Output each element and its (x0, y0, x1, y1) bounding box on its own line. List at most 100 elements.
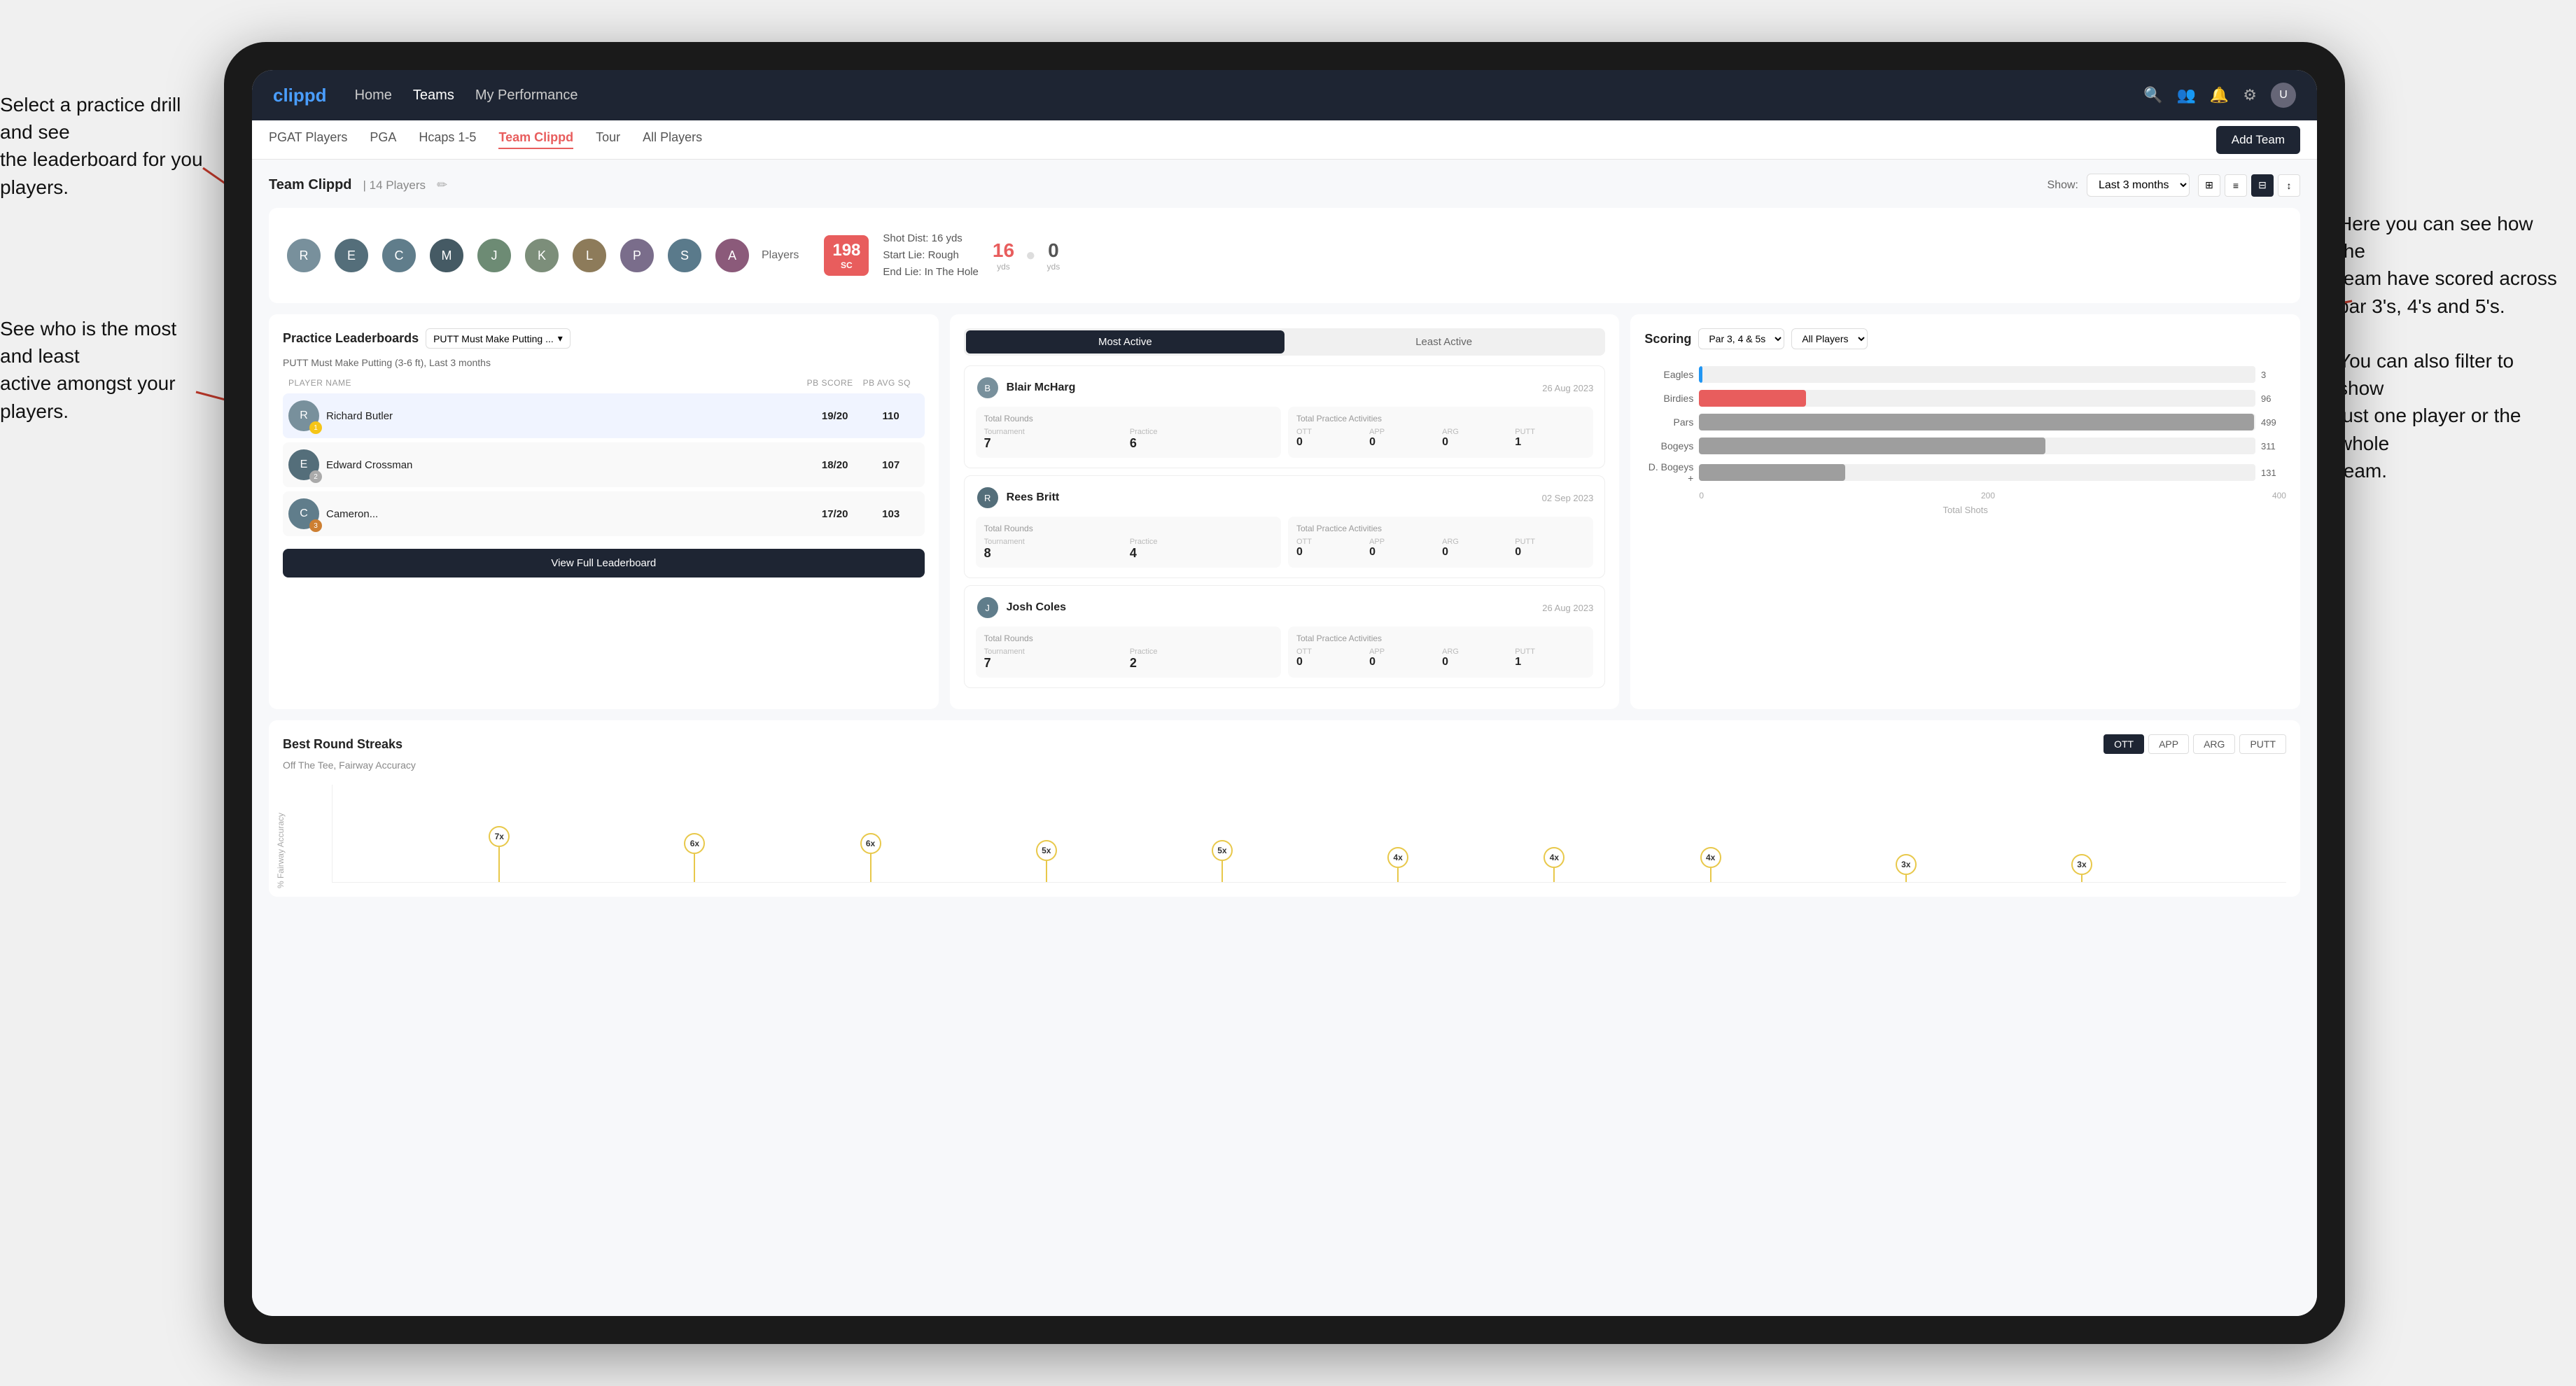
subnav-hcaps[interactable]: Hcaps 1-5 (419, 130, 476, 149)
show-select[interactable]: Last 3 months Last 6 months This year (2087, 174, 2190, 197)
leaderboard-header: PLAYER NAME PB SCORE PB AVG SQ (283, 378, 925, 388)
scoring-par-filter[interactable]: Par 3, 4 & 5s Par 3s Par 4s Par 5s (1698, 328, 1784, 349)
pa-header-0: B Blair McHarg 26 Aug 2023 (976, 376, 1594, 400)
scoring-title: Scoring (1644, 332, 1691, 346)
scoring-player-filter[interactable]: All Players (1791, 328, 1868, 349)
pa-name-0: Blair McHarg (1007, 382, 1076, 394)
show-control: Show: Last 3 months Last 6 months This y… (2047, 174, 2300, 197)
player-avatar-7[interactable]: P (619, 237, 655, 274)
streaks-tab-app[interactable]: APP (2148, 734, 2189, 754)
practice-leaderboard-card: Practice Leaderboards PUTT Must Make Put… (269, 314, 939, 709)
bar-fill-birdies (1699, 390, 1806, 407)
activity-tabs: Most Active Least Active (964, 328, 1606, 356)
scoring-header: Scoring Par 3, 4 & 5s Par 3s Par 4s Par … (1644, 328, 2286, 349)
bar-row-bogeys: Bogeys 311 (1644, 438, 2286, 454)
sort-view-btn[interactable]: ↕ (2278, 174, 2300, 197)
practice-activities-group-0: Total Practice Activities OTT0 APP0 ARG0… (1288, 407, 1593, 458)
score-2: 17/20 (807, 508, 863, 520)
bell-icon[interactable]: 🔔 (2210, 86, 2229, 104)
bar-row-dbogeys: D. Bogeys + 131 (1644, 461, 2286, 484)
player-info-2: C 3 Cameron... (288, 498, 807, 529)
table-row: E 2 Edward Crossman 18/20 107 (283, 442, 925, 487)
player-avatar-9[interactable]: A (714, 237, 750, 274)
subnav-team-clippd[interactable]: Team Clippd (498, 130, 573, 149)
streaks-tab-arg[interactable]: ARG (2193, 734, 2235, 754)
rounds-values-2: Tournament 7 Practice 2 (984, 648, 1273, 671)
total-rounds-label-1: Total Rounds (984, 524, 1273, 533)
practice-val-2: 2 (1130, 656, 1273, 671)
total-rounds-label-0: Total Rounds (984, 414, 1273, 424)
scatter-point-2: 6x (860, 833, 881, 882)
player-avatar-2[interactable]: C (381, 237, 417, 274)
team-count: | 14 Players (363, 178, 426, 192)
subnav-tour[interactable]: Tour (596, 130, 620, 149)
pa-date-0: 26 Aug 2023 (1542, 383, 1593, 393)
streaks-tabs: OTT APP ARG PUTT (2104, 734, 2286, 754)
streaks-subtitle: Off The Tee, Fairway Accuracy (283, 760, 2286, 771)
scatter-point-7: 4x (1700, 847, 1721, 882)
card-view-btn[interactable]: ⊟ (2251, 174, 2274, 197)
practice-activities-group-1: Total Practice Activities OTT0 APP0 ARG0… (1288, 517, 1593, 568)
bar-value-birdies: 96 (2261, 393, 2286, 404)
most-active-tab[interactable]: Most Active (966, 330, 1284, 354)
practice-activities-label-1: Total Practice Activities (1296, 524, 1585, 533)
y-axis-label: % Fairway Accuracy (276, 813, 286, 888)
avg-0: 110 (863, 410, 919, 422)
player-info-1: E 2 Edward Crossman (288, 449, 807, 480)
annotation-top-left: Select a practice drill and seethe leade… (0, 91, 203, 201)
edit-icon[interactable]: ✏ (437, 178, 447, 192)
list-item: B Blair McHarg 26 Aug 2023 Total Rounds … (964, 365, 1606, 468)
bar-label-eagles: Eagles (1644, 369, 1693, 380)
search-icon[interactable]: 🔍 (2143, 86, 2162, 104)
subnav-pga[interactable]: PGA (370, 130, 396, 149)
subnav-all-players[interactable]: All Players (643, 130, 702, 149)
view-full-leaderboard-button[interactable]: View Full Leaderboard (283, 549, 925, 578)
list-item: R Rees Britt 02 Sep 2023 Total Rounds To… (964, 475, 1606, 578)
player-avatar-1[interactable]: E (333, 237, 370, 274)
player-avatar-0[interactable]: R (286, 237, 322, 274)
leaderboard-dropdown[interactable]: PUTT Must Make Putting ... ▾ (426, 328, 570, 349)
grid-view-btn[interactable]: ⊞ (2198, 174, 2220, 197)
nav-link-home[interactable]: Home (355, 85, 392, 106)
nav-link-myperformance[interactable]: My Performance (475, 85, 578, 106)
three-col: Practice Leaderboards PUTT Must Make Put… (269, 314, 2300, 709)
player-avatar-4[interactable]: J (476, 237, 512, 274)
subnav-pgat[interactable]: PGAT Players (269, 130, 347, 149)
player-avatar-lb-1: E 2 (288, 449, 319, 480)
player-avatar-3[interactable]: M (428, 237, 465, 274)
practice-activities-label-2: Total Practice Activities (1296, 634, 1585, 643)
people-icon[interactable]: 👥 (2176, 86, 2195, 104)
streaks-card: Best Round Streaks OTT APP ARG PUTT Off … (269, 720, 2300, 897)
settings-icon[interactable]: ⚙ (2243, 86, 2257, 104)
rounds-values-0: Tournament 7 Practice 6 (984, 428, 1273, 451)
add-team-button[interactable]: Add Team (2216, 126, 2300, 154)
main-content: Team Clippd | 14 Players ✏ Show: Last 3 … (252, 160, 2317, 1316)
score-0: 19/20 (807, 410, 863, 422)
nav-logo: clippd (273, 85, 327, 106)
tournament-val-0: 7 (984, 436, 1127, 451)
player-avatar-8[interactable]: S (666, 237, 703, 274)
nav-link-teams[interactable]: Teams (413, 85, 454, 106)
player-info-0: R 1 Richard Butler (288, 400, 807, 431)
bar-value-dbogeys: 131 (2261, 468, 2286, 478)
total-rounds-group-1: Total Rounds Tournament 8 Practice 4 (976, 517, 1281, 568)
player-avatar-6[interactable]: L (571, 237, 608, 274)
practice-activities-group-2: Total Practice Activities OTT0 APP0 ARG0… (1288, 626, 1593, 678)
least-active-tab[interactable]: Least Active (1284, 330, 1603, 354)
avatar[interactable]: U (2271, 83, 2296, 108)
tablet-frame: clippd Home Teams My Performance 🔍 👥 🔔 ⚙… (224, 42, 2345, 1344)
show-label: Show: (2047, 179, 2078, 192)
shot-badge: 198 SC (824, 235, 869, 276)
streaks-tab-ott[interactable]: OTT (2104, 734, 2144, 754)
player-avatar-lb-0: R 1 (288, 400, 319, 431)
medal-gold: 1 (309, 421, 322, 434)
bar-chart: Eagles 3 Birdies 96 (1644, 359, 2286, 522)
streaks-tab-putt[interactable]: PUTT (2239, 734, 2286, 754)
scatter-point-5: 4x (1387, 847, 1408, 882)
bar-value-eagles: 3 (2261, 370, 2286, 380)
activity-card: Most Active Least Active B Blair McHarg … (950, 314, 1620, 709)
tournament-val-1: 8 (984, 546, 1127, 561)
list-view-btn[interactable]: ≡ (2225, 174, 2247, 197)
total-rounds-group-2: Total Rounds Tournament 7 Practice 2 (976, 626, 1281, 678)
player-avatar-5[interactable]: K (524, 237, 560, 274)
